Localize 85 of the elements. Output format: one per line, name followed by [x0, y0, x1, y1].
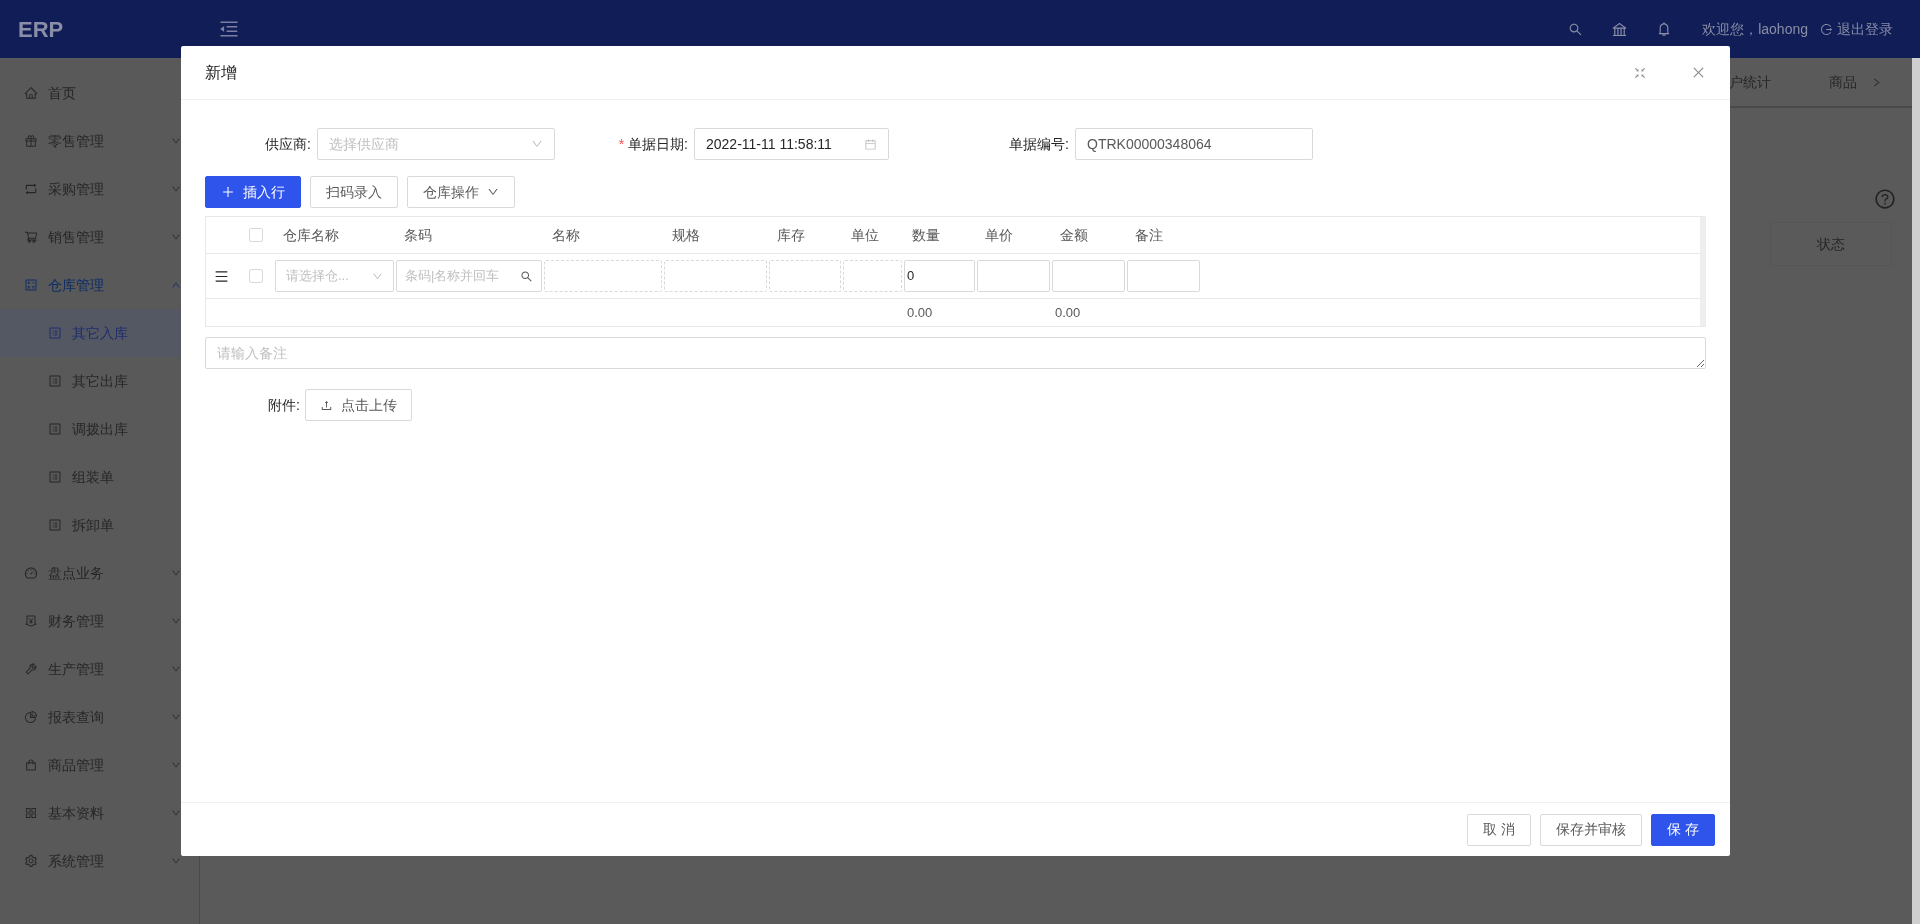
checkbox[interactable]: [249, 228, 263, 242]
settings-icon: [24, 854, 38, 868]
help-icon[interactable]: [1874, 188, 1896, 210]
search-icon[interactable]: [520, 269, 533, 283]
quantity-field[interactable]: 0: [904, 260, 975, 292]
bank-icon[interactable]: [1611, 20, 1629, 38]
column-header: 规格: [671, 225, 701, 245]
grid-icon: [24, 806, 38, 820]
wrench-icon: [24, 662, 38, 676]
column-header: 单价: [984, 225, 1014, 245]
list-icon: [48, 518, 62, 532]
input-field[interactable]: [1127, 260, 1200, 292]
money-bag-icon: [24, 614, 38, 628]
chevron-down-icon: [171, 616, 181, 626]
column-header: 名称: [551, 225, 581, 245]
shopping-bag-icon: [24, 758, 38, 772]
footer-button[interactable]: 取 消: [1467, 813, 1532, 846]
cart-icon: [24, 230, 38, 244]
fullscreen-exit-icon[interactable]: [1633, 65, 1647, 80]
remark-field[interactable]: 请输入备注: [205, 337, 1706, 369]
chevron-up-icon: [171, 280, 181, 290]
chevron-down-icon: [171, 808, 181, 818]
logo: ERP: [17, 15, 65, 44]
field-label: 供应商:: [264, 134, 312, 154]
caret-icon: [487, 186, 499, 198]
number-field[interactable]: QTRK00000348064: [1075, 128, 1313, 160]
list-icon: [48, 422, 62, 436]
chevron-down-icon: [531, 138, 543, 150]
chevron-down-icon: [171, 232, 181, 242]
calendar-icon: [864, 137, 877, 151]
pie-chart-icon: [24, 710, 38, 724]
chevron-down-icon: [171, 136, 181, 146]
home-icon: [24, 86, 38, 100]
chevron-down-icon: [171, 712, 181, 722]
logout-icon: [1820, 22, 1833, 36]
column-header: 条码: [403, 225, 433, 245]
menu-icon[interactable]: [218, 18, 240, 40]
scroll-right-icon[interactable]: [1871, 76, 1882, 88]
toolbar-button[interactable]: 插入行: [205, 176, 301, 208]
column-header: 单位: [850, 225, 880, 245]
barcode-field[interactable]: 条码|名称并回车: [396, 260, 542, 292]
logout-link[interactable]: 退出登录: [1820, 18, 1893, 40]
field-label: 单据编号:: [1008, 134, 1070, 154]
gift-icon: [24, 134, 38, 148]
chevron-down-icon: [171, 568, 181, 578]
footer-button[interactable]: 保 存: [1651, 813, 1715, 846]
date-field[interactable]: 2022-11-11 11:58:11: [694, 128, 889, 160]
plus-icon: [221, 185, 235, 199]
footer-button[interactable]: 保存并审核: [1540, 813, 1643, 846]
warehouse-select[interactable]: 请选择仓...: [275, 260, 394, 292]
drag-handle-icon[interactable]: [214, 268, 229, 284]
dropdown-button[interactable]: 仓库操作: [407, 176, 515, 208]
list-icon: [48, 326, 62, 340]
empty-cell: [769, 260, 841, 292]
column-header: 备注: [1134, 225, 1164, 245]
column-header: 数量: [911, 225, 941, 245]
column-header: 金额: [1059, 225, 1089, 245]
toolbar-button[interactable]: 扫码录入: [310, 176, 398, 208]
gauge-icon: [24, 566, 38, 580]
swap-arrows-icon: [24, 182, 38, 196]
dialog-title: 新增: [205, 62, 238, 83]
checkbox[interactable]: [249, 269, 263, 283]
quantity-total: 0.00: [906, 303, 934, 322]
amount-total: 0.00: [1054, 303, 1082, 322]
column-header: 仓库名称: [282, 225, 340, 245]
sidebar-item[interactable]: 仓库管理: [0, 261, 199, 309]
required-mark: *: [618, 135, 625, 152]
field-label: * 单据日期:: [617, 134, 689, 154]
input-field[interactable]: [977, 260, 1050, 292]
chevron-down-icon: [171, 664, 181, 674]
empty-cell: [843, 260, 902, 292]
upload-icon: [320, 398, 333, 412]
chevron-down-icon: [171, 856, 181, 866]
welcome-text: 欢迎您，laohong: [1702, 19, 1808, 39]
supplier-select[interactable]: 选择供应商: [317, 128, 555, 160]
chevron-down-icon: [171, 184, 181, 194]
field-label: 附件:: [267, 395, 301, 415]
list-icon: [48, 374, 62, 388]
close-icon[interactable]: [1691, 65, 1706, 80]
list-icon: [48, 470, 62, 484]
search-icon[interactable]: [1568, 21, 1584, 37]
input-field[interactable]: [1052, 260, 1125, 292]
column-header: 库存: [776, 225, 806, 245]
upload-button[interactable]: 点击上传: [305, 389, 412, 421]
chevron-down-icon: [171, 760, 181, 770]
